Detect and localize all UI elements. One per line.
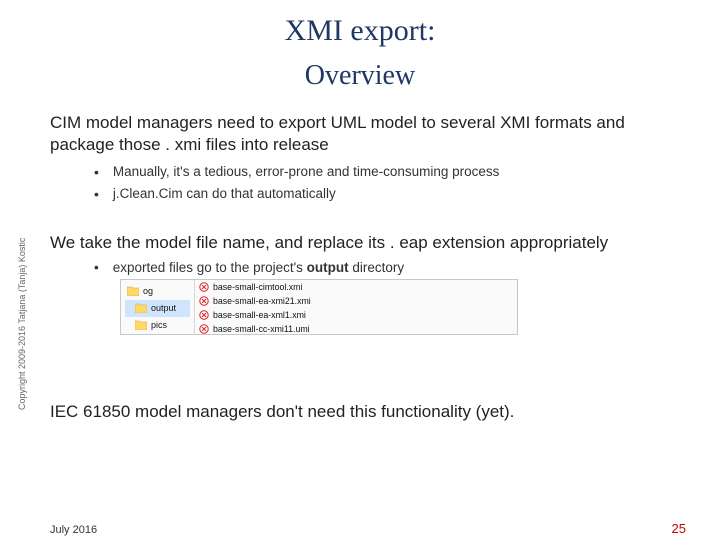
paragraph-3: IEC 61850 model managers don't need this… <box>50 401 678 423</box>
content-area: CIM model managers need to export UML mo… <box>0 92 720 423</box>
file-list: base-small-cimtool.xmi base-small-ea-xmi… <box>195 280 517 334</box>
folder-root: og <box>125 283 190 300</box>
xmi-file-icon <box>199 310 209 320</box>
copyright-vertical: Copyright 2009-2016 Tatjana (Tanja) Kost… <box>17 238 27 410</box>
slide-subtitle: Overview <box>0 60 720 92</box>
xmi-file-icon <box>199 296 209 306</box>
file-explorer-screenshot: og output pics base-small-cimtool.xmi ba… <box>120 279 518 335</box>
paragraph-2: We take the model file name, and replace… <box>50 232 678 254</box>
folder-icon <box>135 303 147 313</box>
bullet-1: Manually, it's a tedious, error-prone an… <box>94 162 678 184</box>
folder-tree: og output pics <box>121 280 195 334</box>
export-bullet: • exported files go to the project's out… <box>94 260 678 275</box>
folder-icon <box>127 286 139 296</box>
footer-date: July 2016 <box>50 524 97 536</box>
folder-icon <box>135 320 147 330</box>
xmi-file-icon <box>199 324 209 334</box>
xmi-file-icon <box>199 282 209 292</box>
file-item: base-small-cc-xmi11.umi <box>195 322 517 336</box>
file-item: base-small-cimtool.xmi <box>195 280 517 294</box>
folder-output: output <box>125 300 190 317</box>
bullet-2: j.Clean.Cim can do that automatically <box>94 184 678 206</box>
footer-page-number: 25 <box>672 521 686 536</box>
slide-title: XMI export: <box>0 14 720 48</box>
folder-pics: pics <box>125 317 190 334</box>
file-item: base-small-ea-xmi21.xmi <box>195 294 517 308</box>
file-item: base-small-ea-xml1.xmi <box>195 308 517 322</box>
bullet-list-1: Manually, it's a tedious, error-prone an… <box>94 162 678 205</box>
paragraph-1: CIM model managers need to export UML mo… <box>50 112 678 156</box>
